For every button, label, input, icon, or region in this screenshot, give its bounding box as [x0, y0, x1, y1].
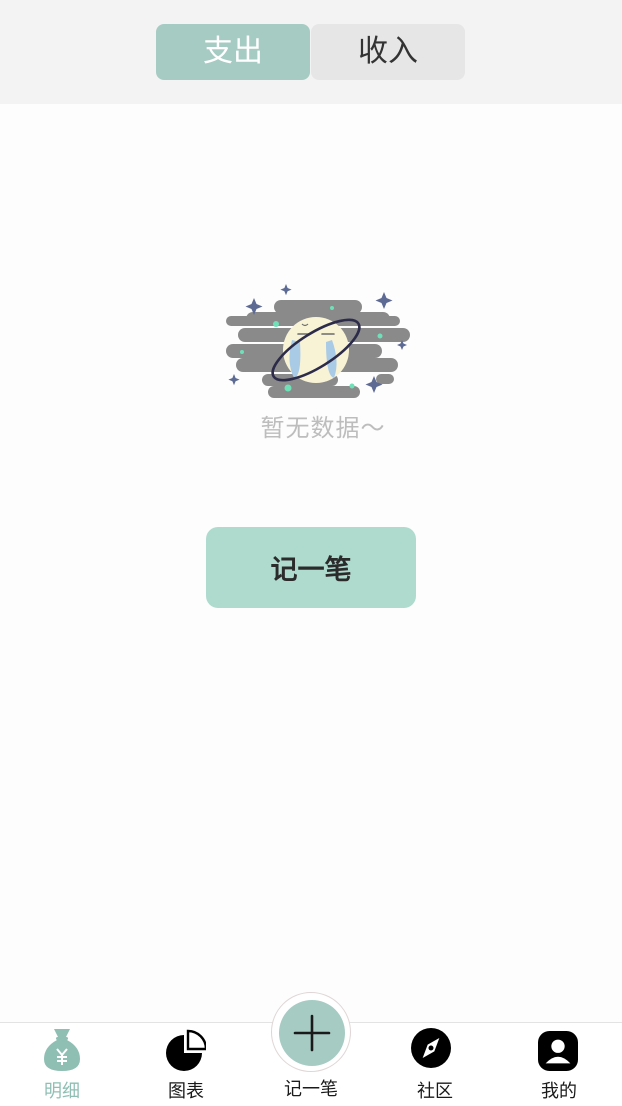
user-icon — [538, 1031, 578, 1071]
tab-income[interactable]: 收入 — [311, 24, 465, 80]
compass-icon — [411, 1028, 451, 1068]
add-record-fab — [279, 1000, 345, 1066]
tab-community[interactable]: 社区 — [373, 1023, 497, 1106]
app-screen: 支出 收入 暂无数据～ 记一笔 明细 图表 社区 我的 记一笔 — [0, 0, 622, 1106]
tab-charts[interactable]: 图表 — [124, 1023, 248, 1106]
tab-details-label: 明细 — [44, 1081, 80, 1102]
tab-profile[interactable]: 我的 — [497, 1023, 621, 1106]
pie-chart-icon — [166, 1029, 206, 1071]
header-bar: 支出 收入 — [0, 0, 622, 104]
plus-icon — [293, 1014, 331, 1052]
add-record-label: 记一笔 — [284, 1079, 338, 1100]
money-bag-icon — [44, 1029, 80, 1071]
add-record-button[interactable] — [271, 992, 351, 1072]
tab-charts-label: 图表 — [168, 1081, 204, 1102]
empty-state-message: 暂无数据～ — [260, 414, 386, 442]
tab-profile-label: 我的 — [541, 1081, 577, 1102]
tab-details[interactable]: 明细 — [0, 1023, 124, 1106]
crying-planet-icon — [226, 284, 410, 398]
tab-expense[interactable]: 支出 — [156, 24, 310, 80]
record-entry-button[interactable]: 记一笔 — [206, 527, 416, 608]
tab-community-label: 社区 — [417, 1081, 453, 1102]
